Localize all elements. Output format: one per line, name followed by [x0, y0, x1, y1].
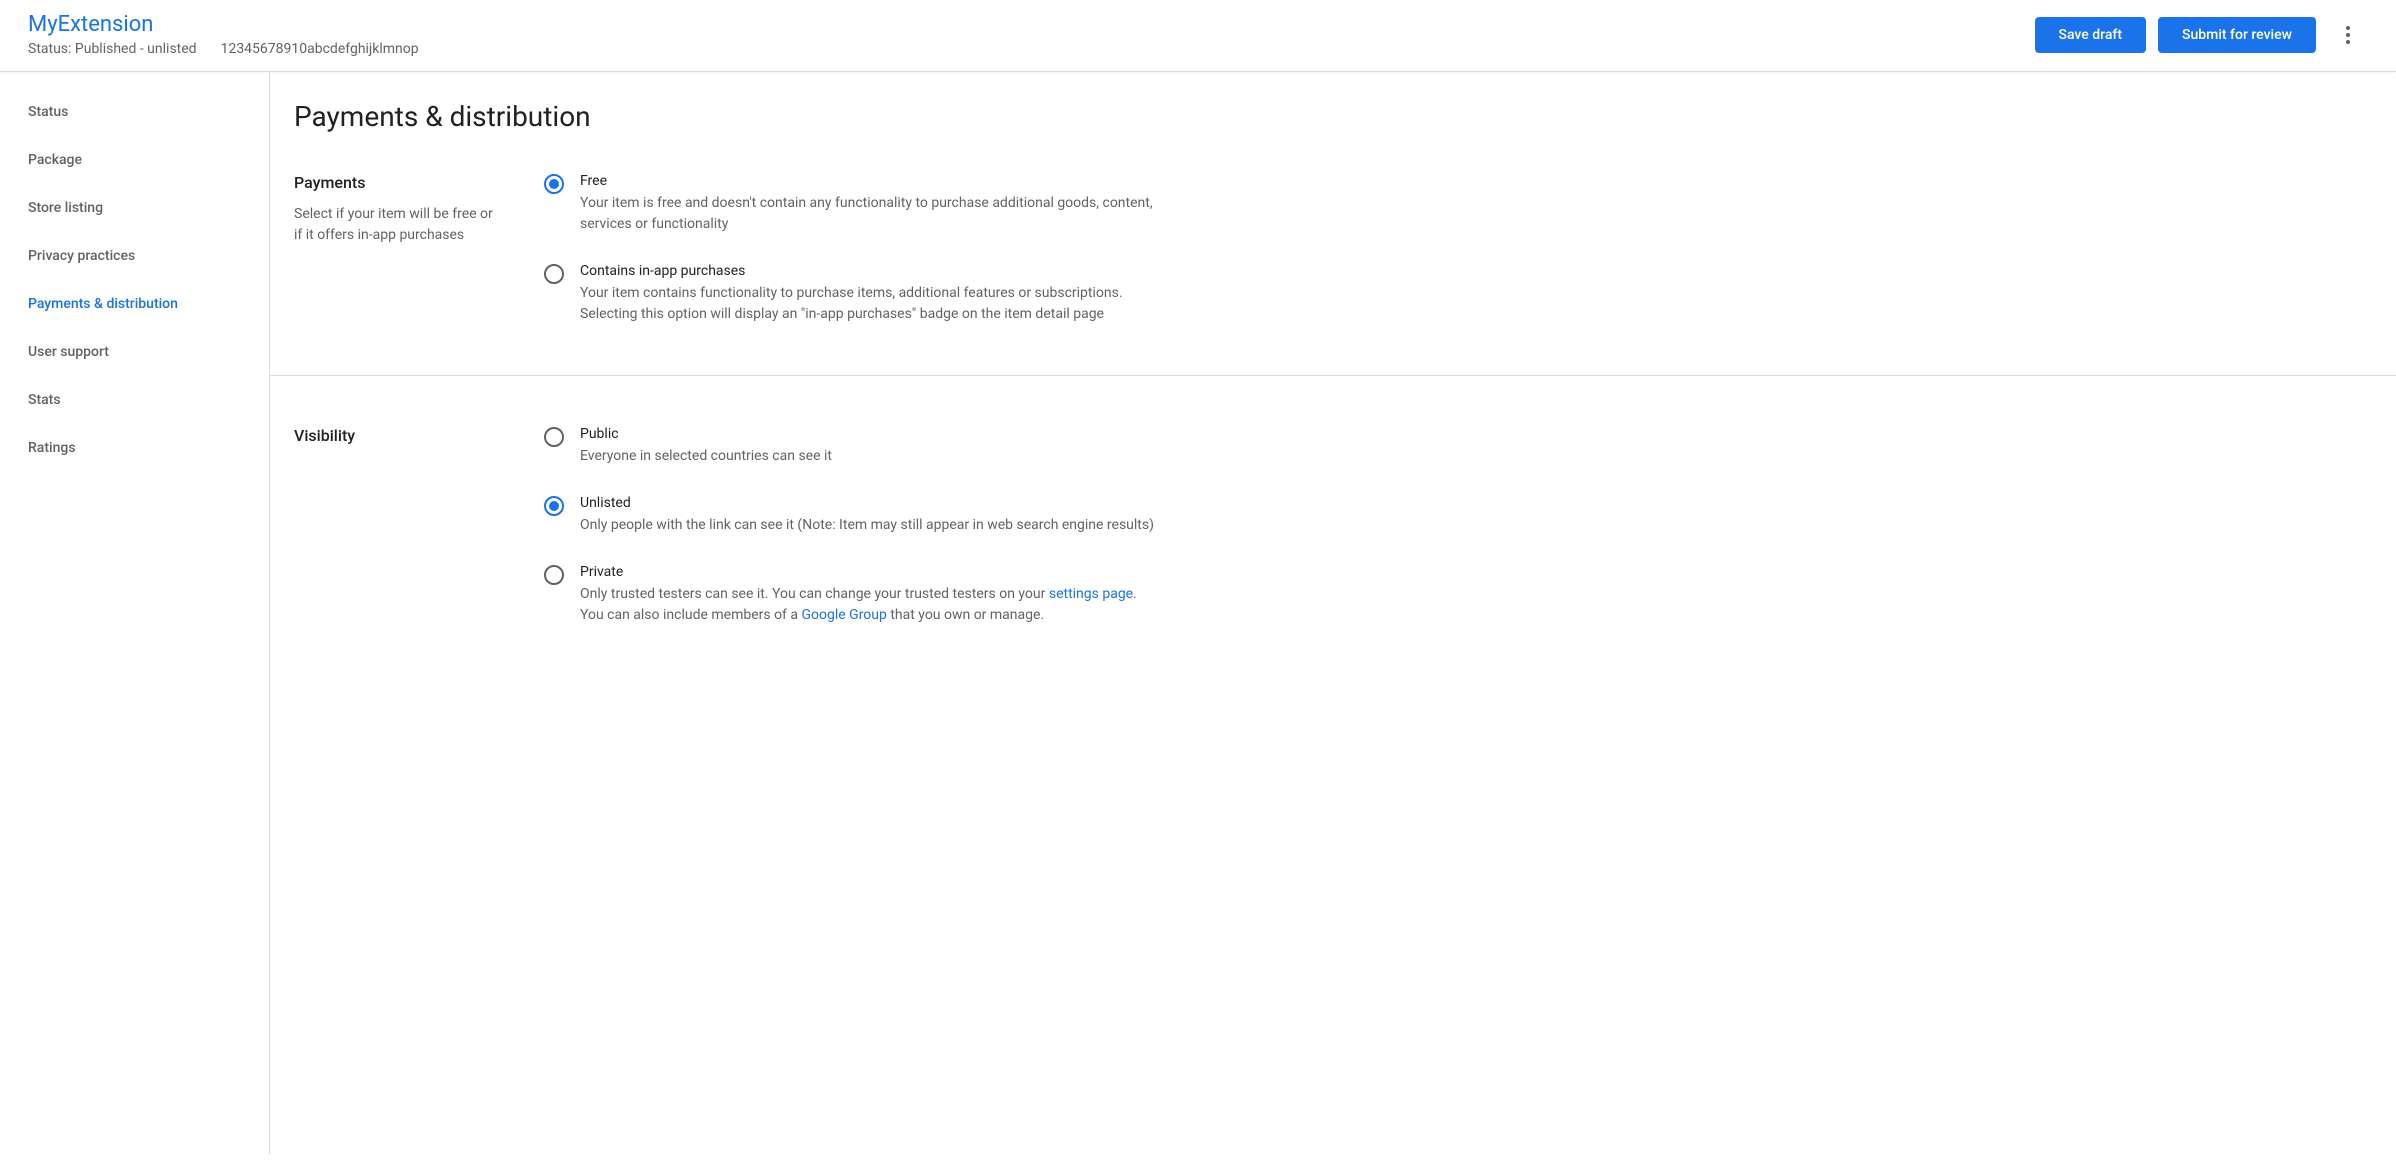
option-label-private: Private	[580, 564, 1180, 580]
radio-private[interactable]	[544, 565, 564, 585]
header-meta: Status: Published - unlisted 12345678910…	[28, 41, 419, 57]
main-content: Payments & distribution Payments Select …	[270, 72, 2396, 1154]
option-desc-iap: Your item contains functionality to purc…	[580, 283, 1180, 325]
layout: Status Package Store listing Privacy pra…	[0, 72, 2396, 1154]
option-label-iap: Contains in-app purchases	[580, 263, 1180, 279]
option-label-free: Free	[580, 173, 1180, 189]
sidebar-item-privacy-practices[interactable]: Privacy practices	[0, 232, 269, 280]
visibility-options: Public Everyone in selected countries ca…	[544, 426, 2372, 626]
sidebar-item-user-support[interactable]: User support	[0, 328, 269, 376]
sidebar-item-ratings[interactable]: Ratings	[0, 424, 269, 472]
radio-iap[interactable]	[544, 264, 564, 284]
option-body: Private Only trusted testers can see it.…	[580, 564, 1180, 626]
header-right: Save draft Submit for review	[2035, 15, 2368, 55]
option-desc-public: Everyone in selected countries can see i…	[580, 446, 1180, 467]
option-body: Contains in-app purchases Your item cont…	[580, 263, 1180, 325]
radio-free[interactable]	[544, 174, 564, 194]
sidebar-item-package[interactable]: Package	[0, 136, 269, 184]
visibility-option-unlisted: Unlisted Only people with the link can s…	[544, 495, 2372, 536]
payments-desc: Select if your item will be free or if i…	[294, 204, 494, 246]
private-text-2: .	[1133, 586, 1137, 602]
header: MyExtension Status: Published - unlisted…	[0, 0, 2396, 72]
option-label-unlisted: Unlisted	[580, 495, 1180, 511]
payments-options: Free Your item is free and doesn't conta…	[544, 173, 2372, 325]
radio-public[interactable]	[544, 427, 564, 447]
option-desc-unlisted: Only people with the link can see it (No…	[580, 515, 1180, 536]
sidebar-item-stats[interactable]: Stats	[0, 376, 269, 424]
sidebar: Status Package Store listing Privacy pra…	[0, 72, 270, 1154]
visibility-option-public: Public Everyone in selected countries ca…	[544, 426, 2372, 467]
payment-option-free: Free Your item is free and doesn't conta…	[544, 173, 2372, 235]
payments-section: Payments Select if your item will be fre…	[270, 173, 2396, 376]
payments-title: Payments	[294, 173, 544, 192]
status-text: Status: Published - unlisted	[28, 41, 197, 57]
option-label-public: Public	[580, 426, 1180, 442]
option-body: Free Your item is free and doesn't conta…	[580, 173, 1180, 235]
private-text-4: that you own or manage.	[887, 607, 1044, 623]
header-left: MyExtension Status: Published - unlisted…	[28, 12, 419, 57]
option-desc-free: Your item is free and doesn't contain an…	[580, 193, 1180, 235]
app-title[interactable]: MyExtension	[28, 12, 419, 37]
google-group-link[interactable]: Google Group	[801, 607, 886, 623]
payments-section-header: Payments Select if your item will be fre…	[294, 173, 544, 325]
sidebar-item-status[interactable]: Status	[0, 88, 269, 136]
settings-page-link[interactable]: settings page	[1049, 586, 1133, 602]
payment-option-iap: Contains in-app purchases Your item cont…	[544, 263, 2372, 325]
page-title: Payments & distribution	[270, 72, 2396, 173]
save-draft-button[interactable]: Save draft	[2035, 17, 2147, 53]
sidebar-item-payments-distribution[interactable]: Payments & distribution	[0, 280, 269, 328]
radio-unlisted[interactable]	[544, 496, 564, 516]
visibility-option-private: Private Only trusted testers can see it.…	[544, 564, 2372, 626]
visibility-section-header: Visibility	[294, 426, 544, 626]
item-id: 12345678910abcdefghijklmnop	[221, 41, 419, 57]
submit-for-review-button[interactable]: Submit for review	[2158, 17, 2316, 53]
private-text-1: Only trusted testers can see it. You can…	[580, 586, 1049, 602]
option-desc-private: Only trusted testers can see it. You can…	[580, 584, 1180, 626]
private-text-3: You can also include members of a	[580, 607, 801, 623]
vertical-dots-icon	[2346, 26, 2350, 44]
sidebar-item-store-listing[interactable]: Store listing	[0, 184, 269, 232]
option-body: Unlisted Only people with the link can s…	[580, 495, 1180, 536]
option-body: Public Everyone in selected countries ca…	[580, 426, 1180, 467]
visibility-section: Visibility Public Everyone in selected c…	[270, 426, 2396, 676]
visibility-title: Visibility	[294, 426, 544, 445]
more-options-button[interactable]	[2328, 15, 2368, 55]
